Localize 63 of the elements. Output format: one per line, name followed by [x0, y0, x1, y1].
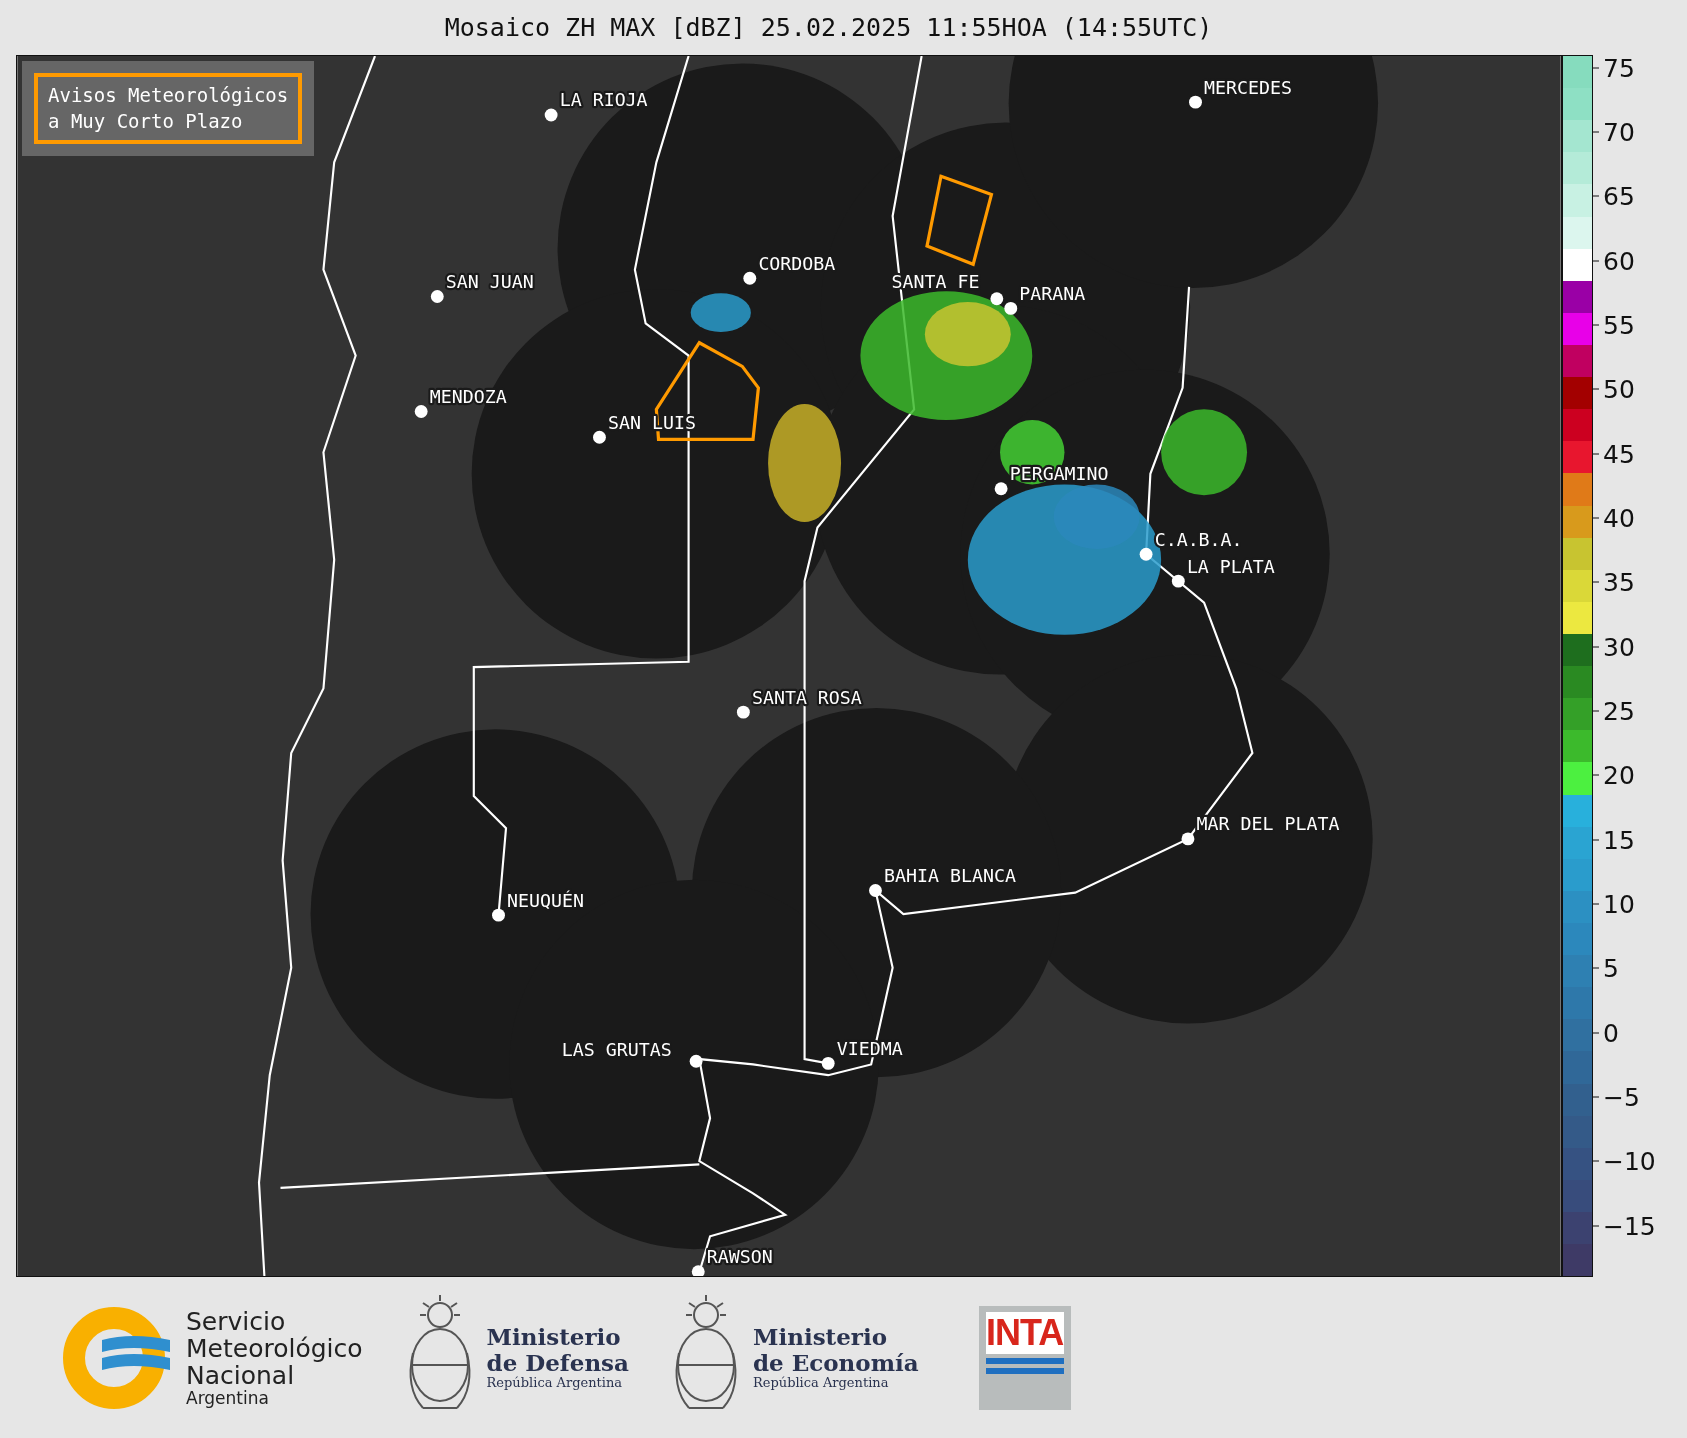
- agency-country: Argentina: [186, 1388, 270, 1408]
- city-label: SAN JUAN: [445, 270, 534, 292]
- colorbar-tick-label: 35: [1603, 567, 1635, 597]
- legend-text: Avisos Meteorológicos: [48, 83, 289, 108]
- city-label: MERCEDES: [1204, 76, 1292, 98]
- colorbar-tick-label: 60: [1603, 246, 1635, 276]
- colorbar-tick-label: −15: [1603, 1211, 1656, 1241]
- agency-name: Nacional: [186, 1361, 295, 1389]
- city-dot: [544, 108, 558, 122]
- ministry-name: de Defensa: [486, 1350, 629, 1377]
- legend-text: a Muy Corto Plazo: [48, 108, 244, 134]
- colorbar-tick-label: 65: [1603, 182, 1635, 211]
- city-dot: [994, 482, 1008, 496]
- city-label: C.A.B.A.: [1154, 528, 1243, 550]
- city-label: PARANA: [1019, 282, 1086, 304]
- colorbar-tick-label: 0: [1603, 1018, 1619, 1048]
- ministry-name: Ministerio: [486, 1323, 622, 1351]
- city-dot: [821, 1056, 835, 1070]
- city-dot: [1004, 301, 1018, 315]
- colorbar-tick-label: 10: [1603, 889, 1635, 919]
- colorbar-tick-label: 70: [1603, 117, 1635, 147]
- agency-name: Meteorológico: [186, 1334, 363, 1362]
- city-dot: [743, 271, 757, 285]
- city-dot: [1189, 95, 1202, 109]
- colorbar-tick-label: 75: [1603, 53, 1635, 83]
- colorbar-tick-label: −10: [1603, 1146, 1656, 1176]
- inta-label: INTA: [985, 1311, 1064, 1354]
- ministry-country: República Argentina: [752, 1376, 890, 1392]
- city-label: BAHIA BLANCA: [884, 864, 1016, 886]
- city-dot: [430, 290, 444, 303]
- city-label: RAWSON: [706, 1246, 773, 1268]
- city-label: CORDOBA: [758, 252, 836, 274]
- colorbar-tick-label: 50: [1603, 374, 1635, 404]
- ministry-country: República Argentina: [486, 1376, 624, 1392]
- city-dot: [593, 430, 606, 444]
- city-label: LA PLATA: [1186, 555, 1275, 577]
- colorbar-tick-label: 45: [1603, 439, 1635, 469]
- colorbar-tick-label: 20: [1603, 760, 1635, 790]
- city-dot: [414, 405, 428, 418]
- city-dot: [736, 705, 750, 719]
- colorbar-tick-label: 25: [1603, 696, 1635, 726]
- city-dot: [492, 908, 505, 922]
- map-title: Mosaico ZH MAX [dBZ] 25.02.2025 11:55HOA (14:55UTC): [443, 12, 1214, 44]
- colorbar-tick-label: −5: [1603, 1082, 1640, 1112]
- city-dot: [1181, 832, 1195, 846]
- colorbar-tick-label: 30: [1603, 632, 1635, 662]
- colorbar-tick-label: 55: [1603, 310, 1635, 340]
- ministry-name: de Economía: [752, 1350, 919, 1377]
- city-dot: [689, 1054, 703, 1068]
- city-label: MENDOZA: [429, 385, 507, 407]
- city-label: NEUQUÉN: [507, 889, 584, 911]
- city-label: LAS GRUTAS: [561, 1038, 672, 1060]
- city-label: LA RIOJA: [559, 89, 648, 111]
- city-label: MAR DEL PLATA: [1196, 813, 1340, 835]
- city-dot: [1139, 547, 1153, 561]
- ministry-name: Ministerio: [752, 1323, 889, 1351]
- colorbar-tick-label: 5: [1603, 953, 1619, 983]
- agency-name: Servicio: [186, 1307, 287, 1335]
- colorbar-tick-label: 40: [1603, 503, 1635, 533]
- colorbar-tick-label: 15: [1603, 825, 1635, 855]
- radar-echo: [690, 293, 751, 332]
- city-dot: [1171, 574, 1185, 588]
- city-dot: [990, 292, 1004, 306]
